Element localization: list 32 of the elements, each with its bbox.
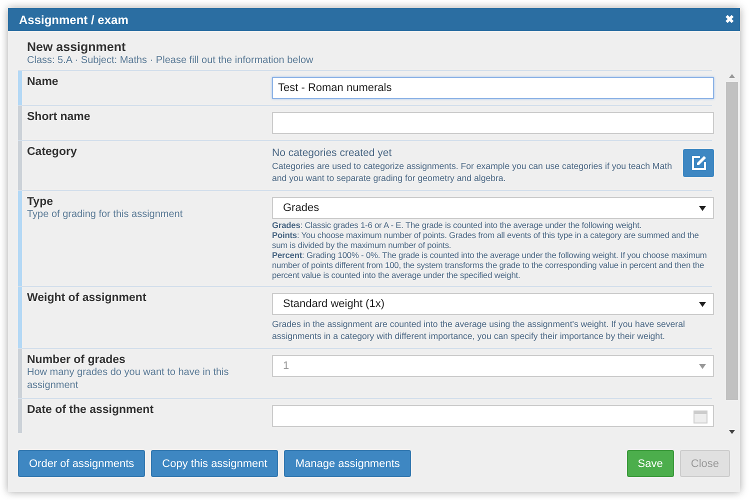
field-hint: How many grades do you want to have in this assignment: [27, 366, 230, 392]
caret-icon: [699, 302, 706, 306]
date-field[interactable]: [272, 405, 714, 427]
edit-button[interactable]: [683, 149, 714, 177]
field-description: Grades in the assignment are counted into the average using the assignment's weight. If you have several assignments in a category with different importance, you can specify their importance by their weight.: [272, 318, 686, 342]
select-field[interactable]: Standard weight (1x): [272, 293, 714, 315]
caret-icon: [699, 206, 706, 210]
field-label: Date of the assignment: [27, 404, 155, 416]
action-button[interactable]: Order of assignments: [18, 450, 146, 477]
save-button[interactable]: Save: [626, 450, 674, 477]
calendar-icon: [693, 408, 708, 424]
caret-icon: [699, 364, 706, 368]
edit-icon: [690, 155, 706, 171]
field-label: Name: [27, 76, 60, 88]
empty-message: No categories created yet: [272, 147, 393, 159]
field-label: Category: [27, 146, 78, 158]
close-button[interactable]: ✖: [725, 13, 734, 26]
select-field[interactable]: Grades: [272, 197, 714, 219]
field-label: Short name: [27, 111, 92, 123]
action-button[interactable]: Manage assignments: [284, 450, 411, 477]
window-title: Assignment / exam: [19, 12, 128, 26]
field-description: Grades: Classic grades 1-6 or A - E. The grade is counted into the average under the following weight. Points: You choose maximum number of points. Grades from all events of this type in a category are summed and the sum is divided by the maximum number of points. Percent: Grading 100% - 0%. The grade is counted into the average under the following weight. If you choose maximum number of points different from 100, the system transforms the grade to the corresponding value in percent and then the percent value is counted into the average under the specified weight.: [272, 220, 708, 280]
action-button[interactable]: Copy this assignment: [151, 450, 278, 477]
field-hint: Type of grading for this assignment: [27, 208, 184, 221]
field-label: Number of grades: [27, 354, 126, 366]
field-label: Weight of assignment: [27, 292, 148, 304]
form-title: New assignment: [27, 40, 127, 54]
text-field[interactable]: [272, 112, 714, 134]
field-label: Type: [27, 196, 54, 208]
field-description: Categories are used to categorize assignments. For example you can use categories if you teach Math and you want to separate grading for geometry and algebra.: [272, 160, 673, 184]
form-subtitle: Class: 5.A · Subject: Maths · Please fill out the information below: [27, 55, 314, 66]
text-field[interactable]: Test - Roman numerals: [272, 77, 714, 99]
